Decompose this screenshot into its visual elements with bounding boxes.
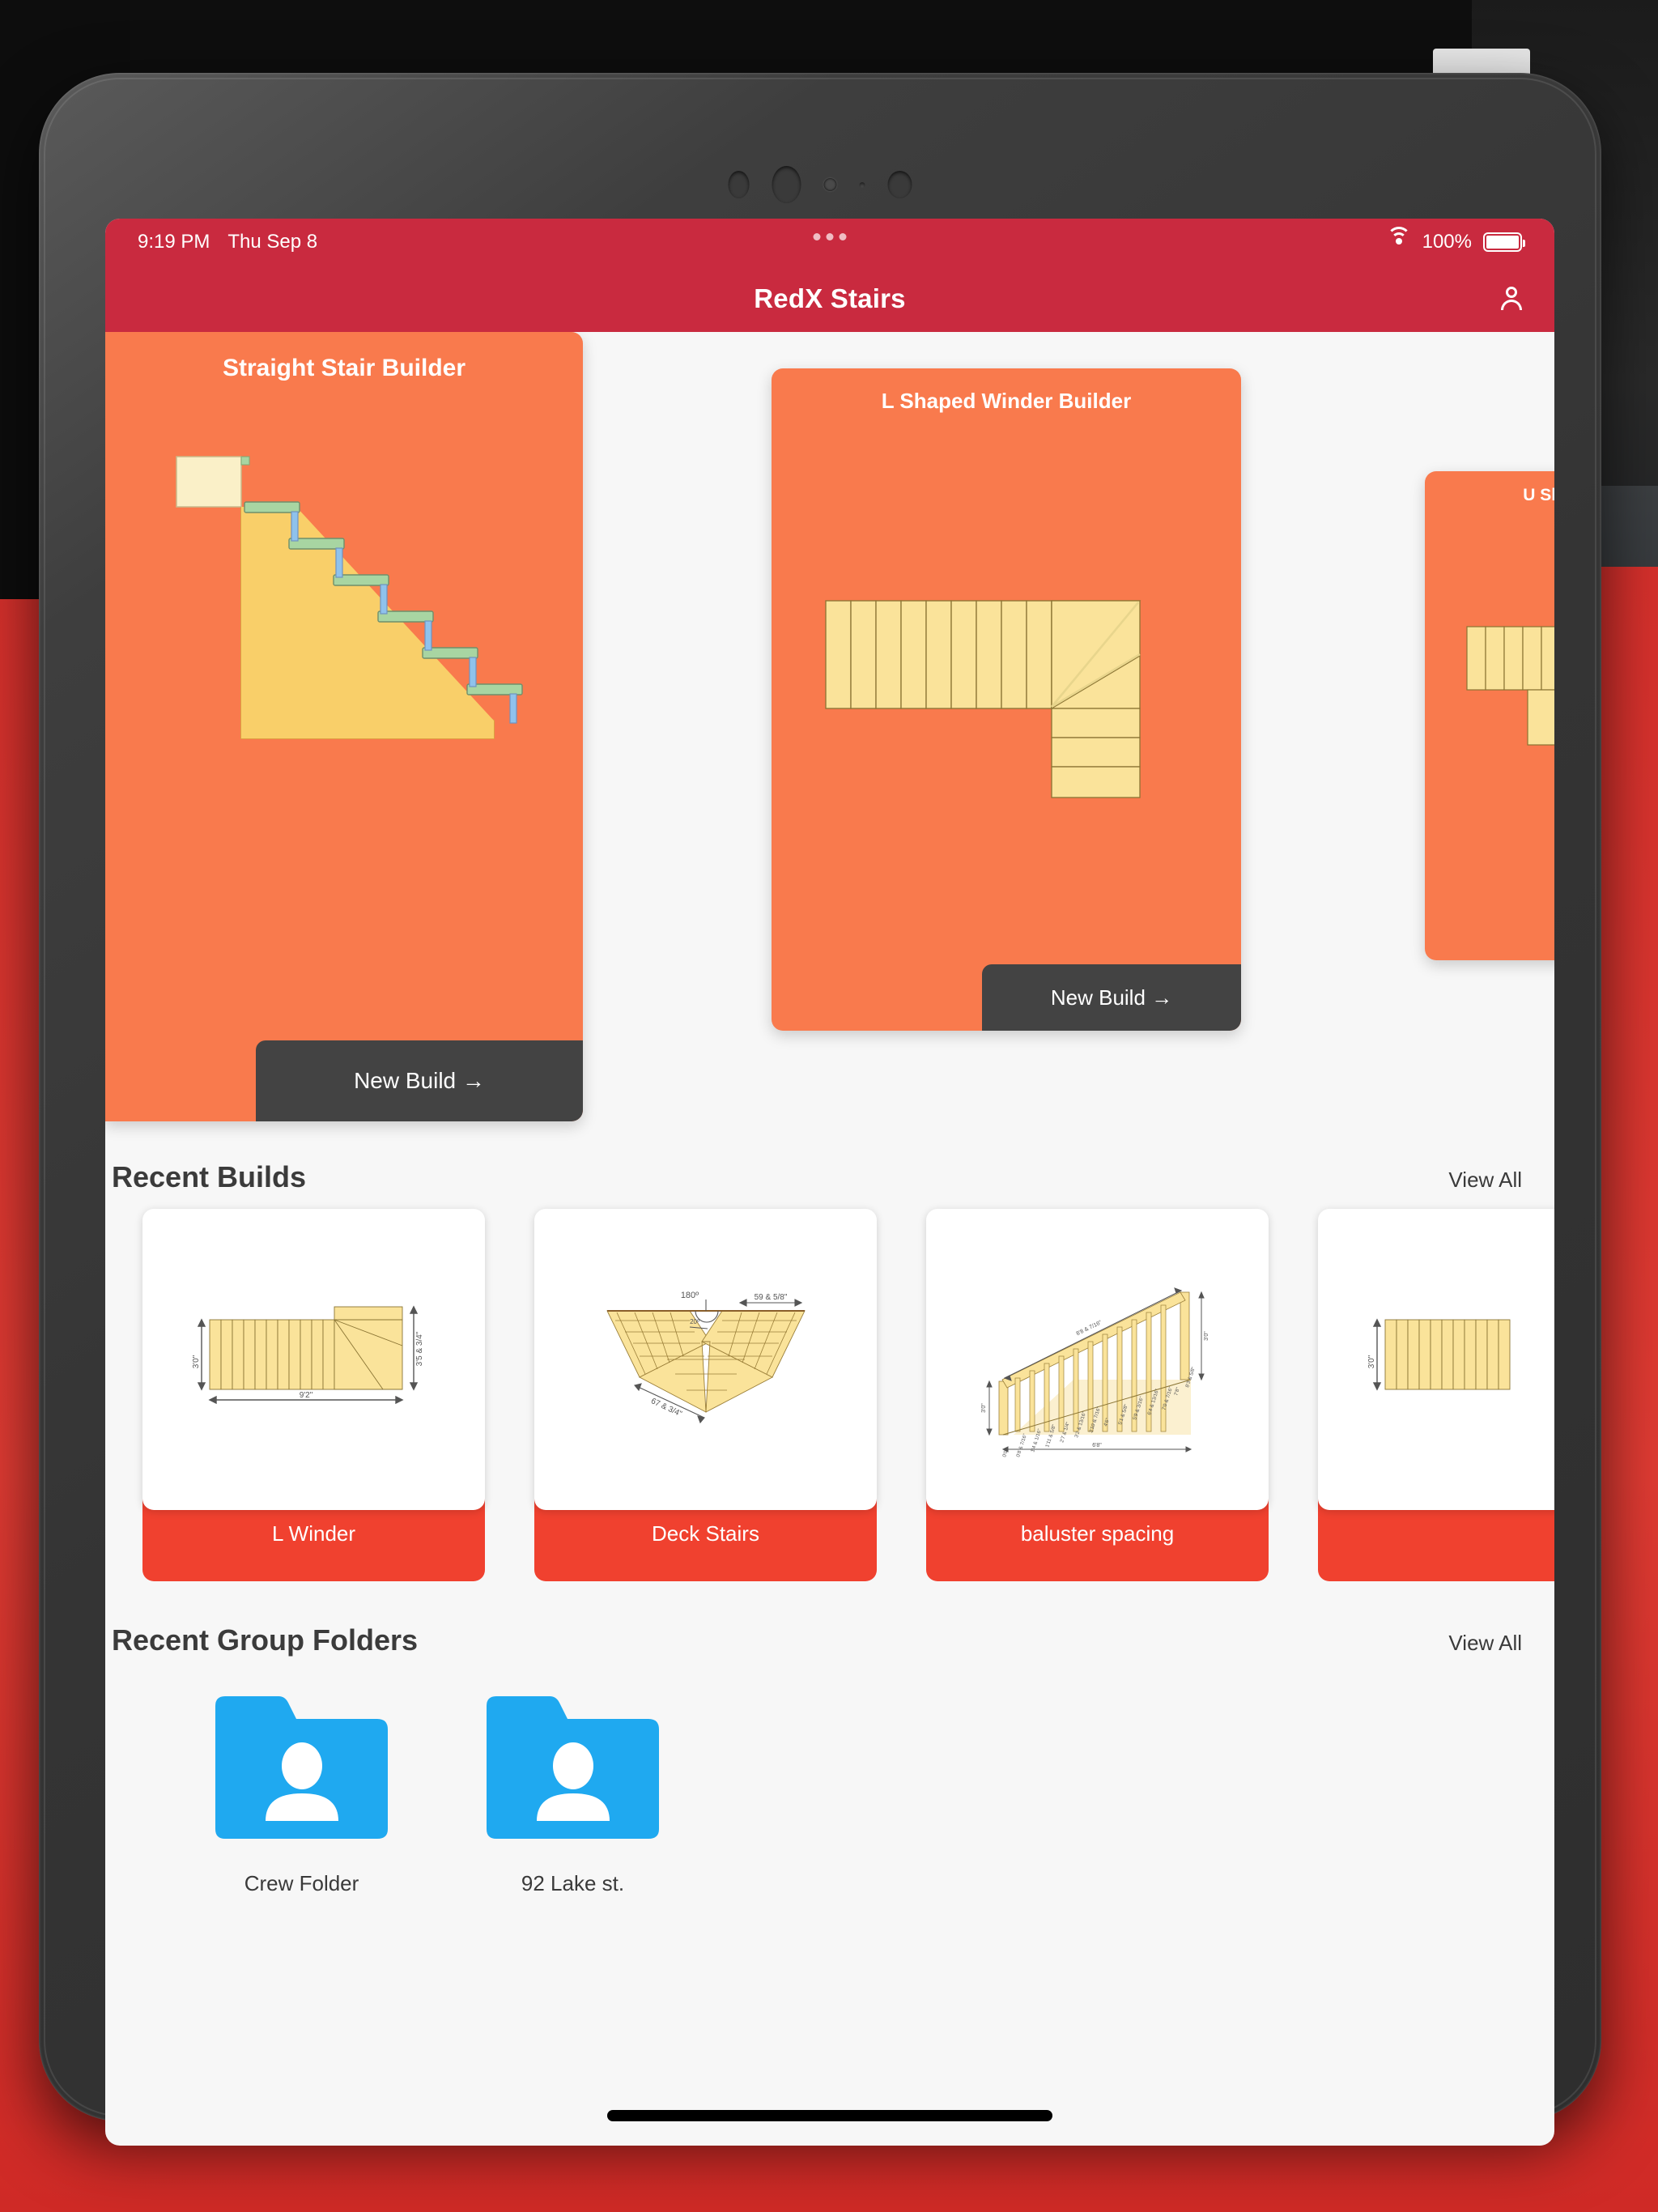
builder-card-u-shape[interactable]: U Shaped Stair Builder: [1425, 471, 1554, 960]
straight-stair-art: [176, 456, 523, 739]
recent-build-card[interactable]: 3'0": [1318, 1209, 1554, 1581]
builder-card-l-winder[interactable]: L Shaped Winder Builder New Build →: [772, 368, 1241, 1031]
recent-build-thumbnail: 3'0" 9'2" 3'5 & 3/4": [142, 1209, 485, 1510]
microphone-icon: [859, 181, 865, 188]
svg-text:3'0": 3'0": [981, 1403, 987, 1413]
camera-cluster: [728, 166, 912, 203]
recent-build-thumbnail: 3'0" 3'0" 8'8 & 7/16" 6'8" 0'0" 0'8 & 7/…: [926, 1209, 1269, 1510]
status-date: Thu Sep 8: [227, 231, 318, 253]
folder-item-crew[interactable]: Crew Folder: [210, 1691, 393, 1896]
recent-build-card[interactable]: 3'0" 9'2" 3'5 & 3/4" L Winder: [142, 1209, 485, 1581]
account-button[interactable]: [1493, 280, 1530, 317]
folder-person-icon: [210, 1691, 393, 1845]
recent-build-card[interactable]: 180º 59 & 5/8" 20º 67 & 3/4" Deck Stairs: [534, 1209, 877, 1581]
sensor-icon: [823, 178, 837, 191]
partial-plan-drawing: 3'0": [1367, 1318, 1510, 1391]
page-title: RedX Stairs: [754, 283, 906, 313]
camera-lens-icon: [772, 166, 801, 203]
svg-text:3'5 & 3/4": 3'5 & 3/4": [415, 1331, 424, 1366]
svg-text:3'0": 3'0": [1204, 1331, 1209, 1341]
baluster-spacing-elevation-drawing: 3'0" 3'0" 8'8 & 7/16" 6'8" 0'0" 0'8 & 7/…: [981, 1287, 1209, 1458]
folder-label: 92 Lake st.: [521, 1871, 625, 1895]
camera-lens-icon: [887, 171, 912, 198]
recent-group-folders-view-all[interactable]: View All: [1448, 1631, 1522, 1656]
svg-text:3'0": 3'0": [1367, 1355, 1376, 1368]
person-icon: [1500, 287, 1523, 311]
battery-percent-label: 100%: [1422, 231, 1472, 253]
recent-group-folders-row[interactable]: Crew Folder 92 Lake st.: [105, 1667, 1554, 1896]
status-time: 9:19 PM: [138, 231, 210, 253]
wifi-icon: [1386, 227, 1411, 251]
svg-text:0'8 & 7/16": 0'8 & 7/16": [1015, 1433, 1028, 1458]
builder-card-title: Straight Stair Builder: [222, 355, 466, 381]
new-build-button[interactable]: New Build →: [256, 1040, 583, 1121]
app-bar: RedX Stairs: [105, 266, 1554, 332]
recent-build-thumbnail: 3'0": [1318, 1209, 1554, 1510]
l-winder-plan-drawing: 3'0" 9'2" 3'5 & 3/4": [192, 1305, 424, 1405]
recent-builds-view-all[interactable]: View All: [1448, 1168, 1522, 1193]
svg-text:3'0": 3'0": [192, 1355, 201, 1368]
deck-stairs-plan-drawing: 180º 59 & 5/8" 20º 67 & 3/4": [606, 1291, 806, 1424]
svg-text:180º: 180º: [680, 1291, 698, 1300]
folder-person-icon: [482, 1691, 664, 1845]
tablet-screen: 9:19 PM Thu Sep 8 100% RedX Stairs Strai…: [105, 219, 1554, 2146]
recent-builds-heading: Recent Builds: [112, 1160, 307, 1193]
home-indicator[interactable]: [607, 2110, 1052, 2121]
battery-full-icon: [1483, 232, 1525, 252]
svg-text:9'2": 9'2": [299, 1391, 312, 1400]
svg-text:0'0": 0'0": [1001, 1448, 1010, 1458]
folder-label: Crew Folder: [244, 1871, 359, 1895]
folder-item-92-lake-st[interactable]: 92 Lake st.: [482, 1691, 664, 1896]
status-dynamic-island-dots: [813, 233, 847, 240]
builder-carousel[interactable]: Straight Stair Builder New Build → L Sha…: [105, 332, 1554, 1146]
status-bar: 9:19 PM Thu Sep 8 100%: [105, 219, 1554, 266]
tablet-device-frame: 9:19 PM Thu Sep 8 100% RedX Stairs Strai…: [39, 73, 1601, 2146]
scene-backdrop: 9:19 PM Thu Sep 8 100% RedX Stairs Strai…: [0, 0, 1658, 2212]
svg-text:6'8": 6'8": [1092, 1443, 1102, 1448]
recent-build-card[interactable]: 3'0" 3'0" 8'8 & 7/16" 6'8" 0'0" 0'8 & 7/…: [926, 1209, 1269, 1581]
builder-card-straight[interactable]: Straight Stair Builder New Build →: [105, 332, 583, 1121]
builder-card-title: L Shaped Winder Builder: [881, 389, 1132, 413]
builder-card-title: U Shaped Stair Builder: [1523, 486, 1554, 504]
recent-group-folders-heading: Recent Group Folders: [112, 1623, 419, 1657]
recent-build-thumbnail: 180º 59 & 5/8" 20º 67 & 3/4": [534, 1209, 877, 1510]
recent-builds-header: Recent Builds View All: [108, 1146, 1554, 1204]
l-winder-art: [825, 600, 1141, 798]
svg-text:20º: 20º: [690, 1318, 699, 1325]
recent-builds-row[interactable]: 3'0" 9'2" 3'5 & 3/4" L Winder 180º 59 & …: [105, 1204, 1554, 1581]
svg-text:59 & 5/8": 59 & 5/8": [754, 1293, 787, 1302]
recent-group-folders-header: Recent Group Folders View All: [108, 1609, 1554, 1667]
new-build-button[interactable]: New Build →: [982, 964, 1241, 1031]
u-stair-art: [1466, 626, 1554, 746]
camera-lens-icon: [728, 171, 750, 198]
